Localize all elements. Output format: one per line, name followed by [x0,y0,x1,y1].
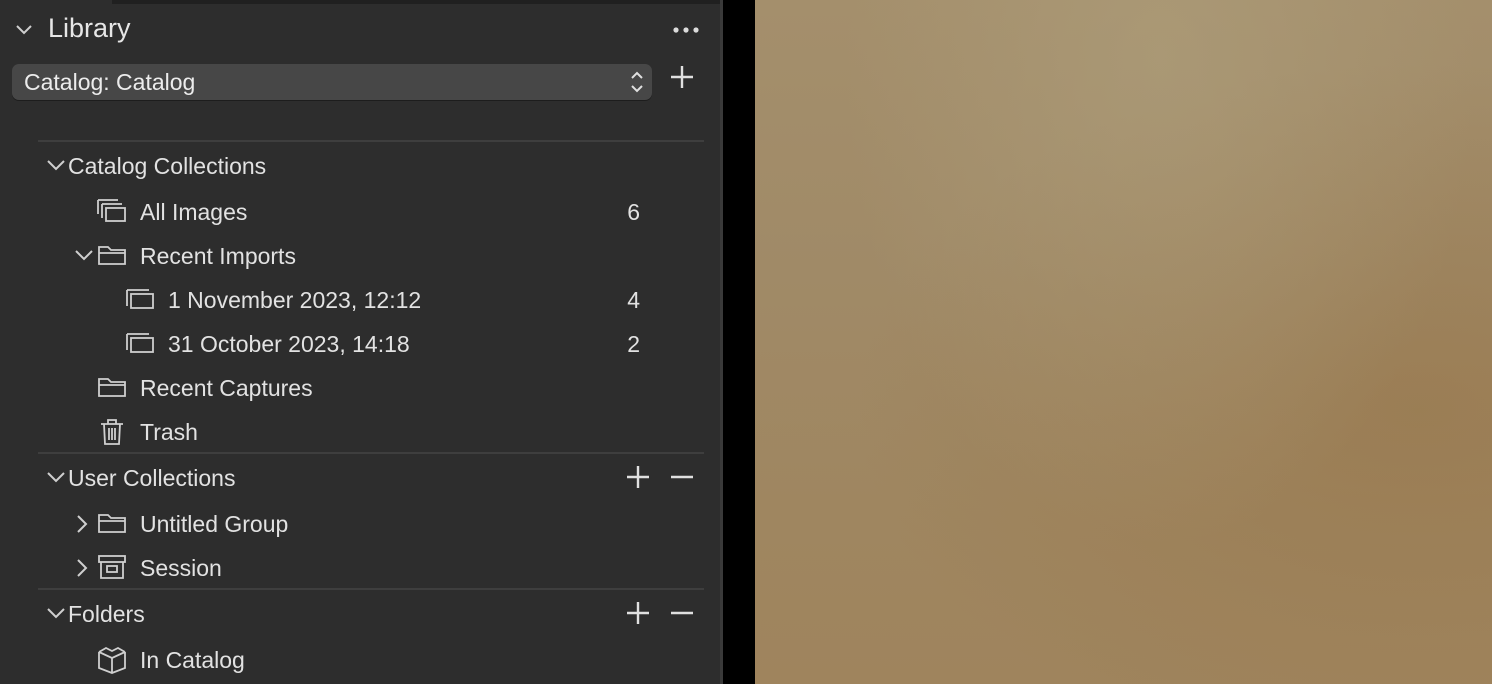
collection-label: Untitled Group [140,511,289,537]
section-title: User Collections [68,465,236,491]
section-folders[interactable]: Folders [44,596,584,632]
collection-item-trash[interactable]: Trash [0,414,704,450]
collection-label: Session [140,555,222,581]
collection-label: Recent Captures [140,375,313,401]
collection-item-recent-captures[interactable]: Recent Captures [0,370,704,406]
trash-icon [99,418,125,446]
collection-label: 31 October 2023, 14:18 [168,331,410,357]
collection-item-import-nov[interactable]: 1 November 2023, 12:12 4 [0,282,704,318]
collection-item-all-images[interactable]: All Images 6 [0,194,704,230]
album-icon [125,288,157,312]
library-collapse-chevron-icon[interactable] [14,20,34,40]
collection-label: Trash [140,419,198,445]
all-images-icon [96,198,128,224]
chevron-right-icon[interactable] [76,514,88,534]
user-collection-session[interactable]: Session [0,550,704,586]
catalog-box-icon [97,646,127,674]
album-icon [125,332,157,356]
collection-item-import-oct[interactable]: 31 October 2023, 14:18 2 [0,326,704,362]
collection-count: 6 [627,199,640,225]
library-title: Library [48,13,131,43]
folder-icon [97,511,127,535]
collection-count: 4 [627,287,640,313]
folder-icon [97,375,127,399]
panel-divider[interactable] [720,0,755,684]
catalog-select-value: Catalog: Catalog [24,69,196,95]
user-collection-untitled-group[interactable]: Untitled Group [0,506,704,542]
remove-user-collection-icon[interactable] [669,464,695,490]
collection-label: All Images [140,199,248,225]
collection-label: 1 November 2023, 12:12 [168,287,422,313]
chevron-down-icon[interactable] [74,248,94,262]
panel-top-border [112,0,720,4]
catalog-select[interactable]: Catalog: Catalog [12,64,652,100]
folder-icon [97,243,127,267]
more-options-icon[interactable] [672,26,702,34]
section-title: Catalog Collections [68,153,267,179]
image-viewer[interactable] [755,0,1492,684]
chevron-down-icon [46,158,66,172]
add-folder-icon[interactable] [625,600,651,626]
collection-count: 2 [627,331,640,357]
chevron-down-icon [46,470,66,484]
section-catalog-collections[interactable]: Catalog Collections [44,148,704,184]
collection-label: Recent Imports [140,243,296,269]
add-catalog-icon[interactable] [669,64,695,90]
section-user-collections[interactable]: User Collections [44,460,584,496]
separator [38,452,704,454]
section-title: Folders [68,601,145,627]
library-panel: Library Catalog: Catalog Catalog Collect… [0,0,720,684]
chevron-right-icon[interactable] [76,558,88,578]
chevron-down-icon [46,606,66,620]
select-arrows-icon [630,69,644,95]
remove-folder-icon[interactable] [669,600,695,626]
folder-label: In Catalog [140,647,245,673]
separator [38,140,704,142]
folder-item-in-catalog[interactable]: In Catalog [0,642,704,678]
separator [38,588,704,590]
session-icon [97,554,127,580]
add-user-collection-icon[interactable] [625,464,651,490]
collection-item-recent-imports[interactable]: Recent Imports [0,238,704,274]
